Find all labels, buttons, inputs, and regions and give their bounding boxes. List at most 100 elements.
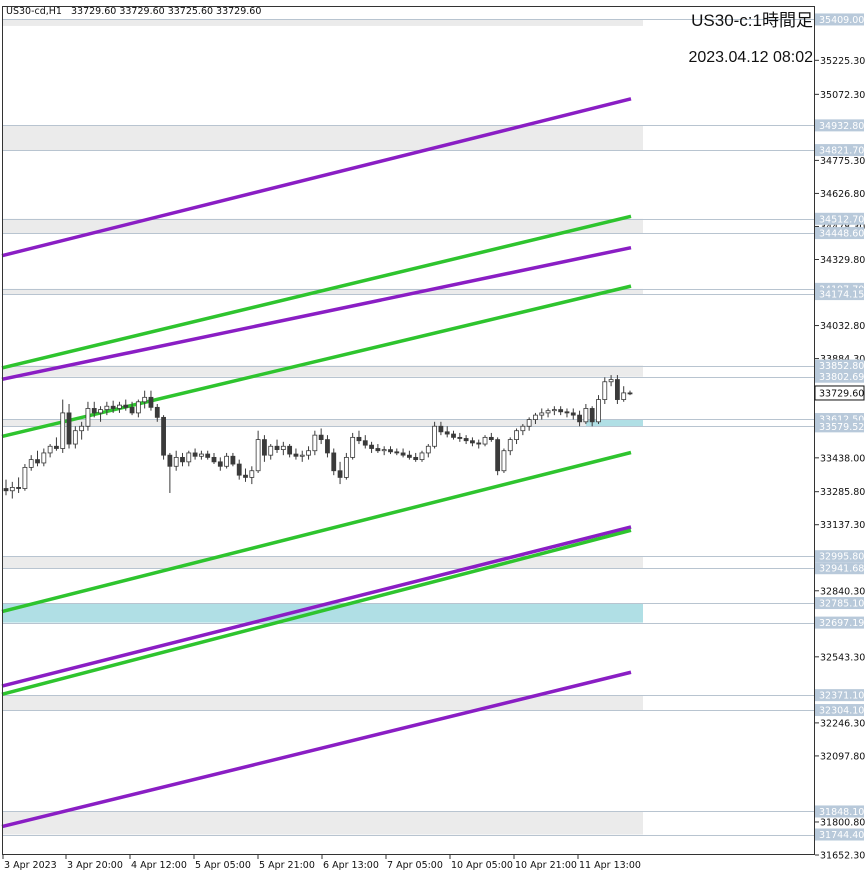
candle-4 xyxy=(28,455,34,471)
price-tag-label: 32304.10 xyxy=(819,706,864,717)
y-tick-label: 34032.80 xyxy=(820,321,865,332)
candle-body xyxy=(589,408,595,423)
candle-78 xyxy=(495,437,501,476)
candle-33 xyxy=(211,452,217,465)
price-tag-label: 33852.80 xyxy=(819,361,864,372)
candle-body xyxy=(444,431,450,435)
candle-57 xyxy=(362,435,368,449)
candle-41 xyxy=(262,435,267,462)
candle-body xyxy=(66,412,72,445)
candle-body xyxy=(135,401,141,414)
candle-75 xyxy=(476,439,482,449)
candle-49 xyxy=(312,430,318,456)
zone-9 xyxy=(2,695,643,711)
x-tick-label: 3 Apr 20:00 xyxy=(67,860,123,871)
candle-92 xyxy=(583,404,589,425)
candle-body xyxy=(217,461,223,467)
candle-72 xyxy=(457,432,463,442)
candle-body xyxy=(558,409,564,413)
x-tick-label: 3 Apr 2023 xyxy=(4,860,57,871)
price-tag-label: 31848.10 xyxy=(819,807,864,818)
candle-body xyxy=(98,409,103,414)
candle-body xyxy=(262,439,267,456)
candle-body xyxy=(236,463,242,476)
candle-45 xyxy=(287,444,293,458)
candle-body xyxy=(331,452,337,472)
candle-body xyxy=(255,439,261,472)
price-tag-label: 34448.60 xyxy=(819,229,864,240)
candle-8 xyxy=(54,437,59,451)
candle-body xyxy=(129,406,135,414)
candle-25 xyxy=(161,415,166,460)
candle-body xyxy=(192,452,198,457)
candle-21 xyxy=(135,399,141,418)
candle-body xyxy=(457,436,463,439)
candle-1 xyxy=(9,481,15,499)
price-tag-6: 34174.15 xyxy=(815,288,864,301)
candle-body xyxy=(621,392,627,400)
price-tag-10: 33579.52 xyxy=(815,420,864,433)
candle-67 xyxy=(425,444,431,458)
candle-89 xyxy=(564,408,570,418)
candle-body xyxy=(406,454,412,458)
y-tick-label: 33285.80 xyxy=(820,487,865,498)
price-tag-label: 34821.70 xyxy=(819,146,864,157)
candle-31 xyxy=(198,450,204,460)
y-axis: 35225.3035072.3034775.3034626.8034478.30… xyxy=(814,13,865,862)
candle-79 xyxy=(501,448,507,473)
candle-body xyxy=(312,434,318,452)
candle-body xyxy=(470,440,475,444)
candle-43 xyxy=(274,439,280,453)
price-tag-label: 31744.40 xyxy=(819,830,864,841)
candle-0 xyxy=(3,479,9,496)
candle-81 xyxy=(514,428,519,445)
candle-body xyxy=(243,474,248,478)
candle-body xyxy=(507,439,513,452)
candle-body xyxy=(28,459,34,468)
price-tag-12: 32941.68 xyxy=(815,562,864,575)
y-tick-label: 32840.30 xyxy=(820,586,865,597)
y-tick-label: 33438.00 xyxy=(820,453,865,464)
candle-body xyxy=(526,419,532,427)
x-tick-label: 10 Apr 05:00 xyxy=(451,860,513,871)
candle-body xyxy=(394,451,400,454)
candle-13 xyxy=(85,401,91,431)
x-tick-label: 11 Apr 13:00 xyxy=(579,860,641,871)
candle-body xyxy=(425,445,431,454)
price-tag-label: 33802.69 xyxy=(819,372,864,383)
candle-body xyxy=(3,488,9,492)
candle-body xyxy=(54,445,59,449)
candle-body xyxy=(211,456,217,463)
candle-body xyxy=(627,392,633,395)
candle-body xyxy=(514,430,519,440)
candle-64 xyxy=(406,450,412,460)
y-tick-label: 33137.30 xyxy=(820,520,865,531)
candle-body xyxy=(47,445,53,454)
candle-body xyxy=(161,416,166,456)
candle-body xyxy=(91,408,97,414)
candle-26 xyxy=(167,452,173,493)
candle-body xyxy=(142,396,148,403)
price-tag-0: 35409.00 xyxy=(815,13,864,26)
candle-74 xyxy=(470,437,475,447)
price-tag-label: 32995.80 xyxy=(819,552,864,563)
candle-body xyxy=(413,456,419,461)
chart-canvas: 35225.3035072.3034775.3034626.8034478.30… xyxy=(1,6,865,871)
zone-1 xyxy=(2,125,643,151)
candle-83 xyxy=(526,417,532,431)
zone-7 xyxy=(2,556,643,569)
candle-body xyxy=(154,406,160,418)
candle-body xyxy=(287,445,293,455)
candle-7 xyxy=(47,444,53,458)
candle-body xyxy=(325,439,330,454)
chart-timestamp: 2023.04.12 08:02 xyxy=(688,49,813,66)
candle-70 xyxy=(444,426,450,438)
candle-body xyxy=(293,453,299,457)
candle-23 xyxy=(148,390,154,411)
candle-73 xyxy=(463,435,469,445)
chart-title: US30-c:1時間足 xyxy=(691,11,813,30)
candle-body xyxy=(180,456,185,463)
candle-body xyxy=(280,445,286,451)
candle-97 xyxy=(614,375,620,405)
candle-30 xyxy=(192,448,198,460)
